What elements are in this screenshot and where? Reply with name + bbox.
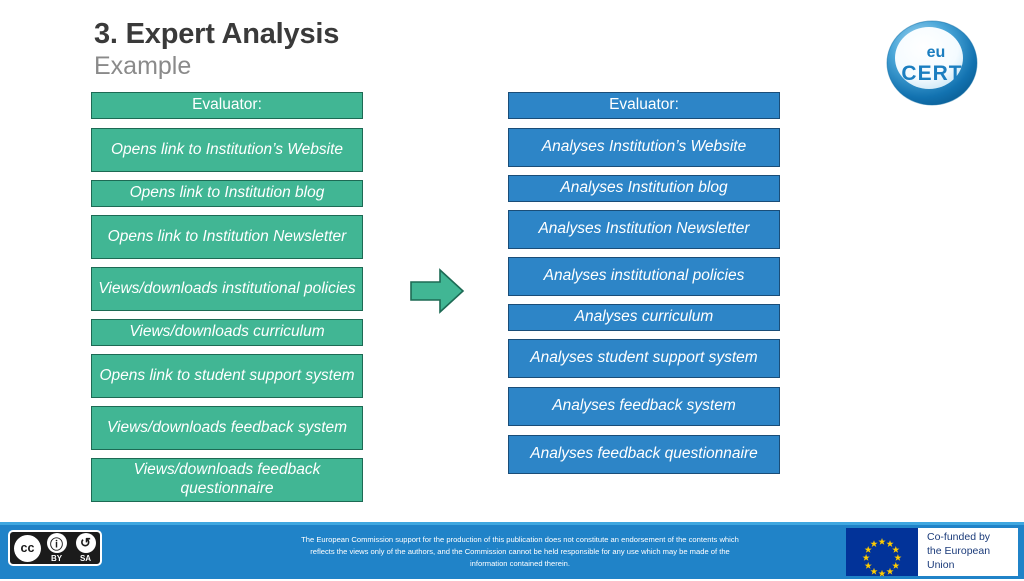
right-flow-item: Analyses Institution Newsletter (508, 210, 780, 249)
cc-sa-icon: ↺ SA (72, 533, 99, 563)
left-flow-item: Opens link to Institution Newsletter (91, 215, 363, 259)
eu-funding-line2: the European Union (927, 545, 991, 571)
logo-text-eu: eu (927, 44, 946, 61)
right-flow-item: Analyses curriculum (508, 304, 780, 331)
right-arrow-icon (409, 266, 465, 316)
left-flow-item: Views/downloads feedback questionnaire (91, 458, 363, 502)
eu-funding-line1: Co-funded by (927, 531, 991, 544)
logo-text-cert: CERT (901, 62, 962, 85)
left-flow-item: Views/downloads feedback system (91, 406, 363, 450)
left-flow-item: Opens link to Institution’s Website (91, 128, 363, 172)
eu-flag-stars (862, 538, 902, 577)
cc-icon: cc (14, 534, 41, 562)
page-subtitle: Example (94, 52, 192, 81)
footer-disclaimer-text: The European Commission support for the … (301, 535, 739, 568)
right-flow-item: Analyses student support system (508, 339, 780, 378)
eu-funding-logo: Co-funded by the European Union (846, 528, 1018, 577)
right-flow-item: Analyses Institution’s Website (508, 128, 780, 167)
footer-bar: cc ⓘ BY ↺ SA The European Commission sup… (0, 522, 1024, 579)
european-union-flag-icon (846, 528, 918, 577)
right-flow-item: Analyses institutional policies (508, 257, 780, 296)
right-flow-item: Analyses Institution blog (508, 175, 780, 202)
right-flow-item: Analyses feedback questionnaire (508, 435, 780, 474)
left-flow-item: Opens link to Institution blog (91, 180, 363, 207)
left-column-header: Evaluator: (91, 92, 363, 119)
right-arrow-glyph (410, 268, 465, 314)
eu-cert-logo-icon: eu CERT (886, 20, 978, 106)
evaluator-analysis-column: Evaluator: Analyses Institution’s Websit… (508, 92, 780, 474)
cc-by-glyph: ⓘ (46, 533, 67, 553)
eu-funding-text: Co-funded by the European Union (927, 531, 1018, 573)
right-column-header: Evaluator: (508, 92, 780, 119)
title-block: 3. Expert Analysis Example (94, 18, 339, 81)
cc-by-icon: ⓘ BY (43, 533, 70, 563)
evaluator-actions-column: Evaluator: Opens link to Institution’s W… (91, 92, 363, 502)
creative-commons-license-badge[interactable]: cc ⓘ BY ↺ SA (8, 530, 102, 566)
left-flow-item: Views/downloads curriculum (91, 319, 363, 346)
right-flow-item: Analyses feedback system (508, 387, 780, 426)
cc-sa-glyph: ↺ (75, 533, 96, 553)
left-flow-item: Views/downloads institutional policies (91, 267, 363, 311)
left-flow-item: Opens link to student support system (91, 354, 363, 398)
eu-cert-logo: eu CERT (884, 18, 980, 108)
cc-sa-label: SA (79, 554, 92, 563)
page-title: 3. Expert Analysis (94, 18, 340, 50)
cc-by-label: BY (50, 554, 63, 563)
